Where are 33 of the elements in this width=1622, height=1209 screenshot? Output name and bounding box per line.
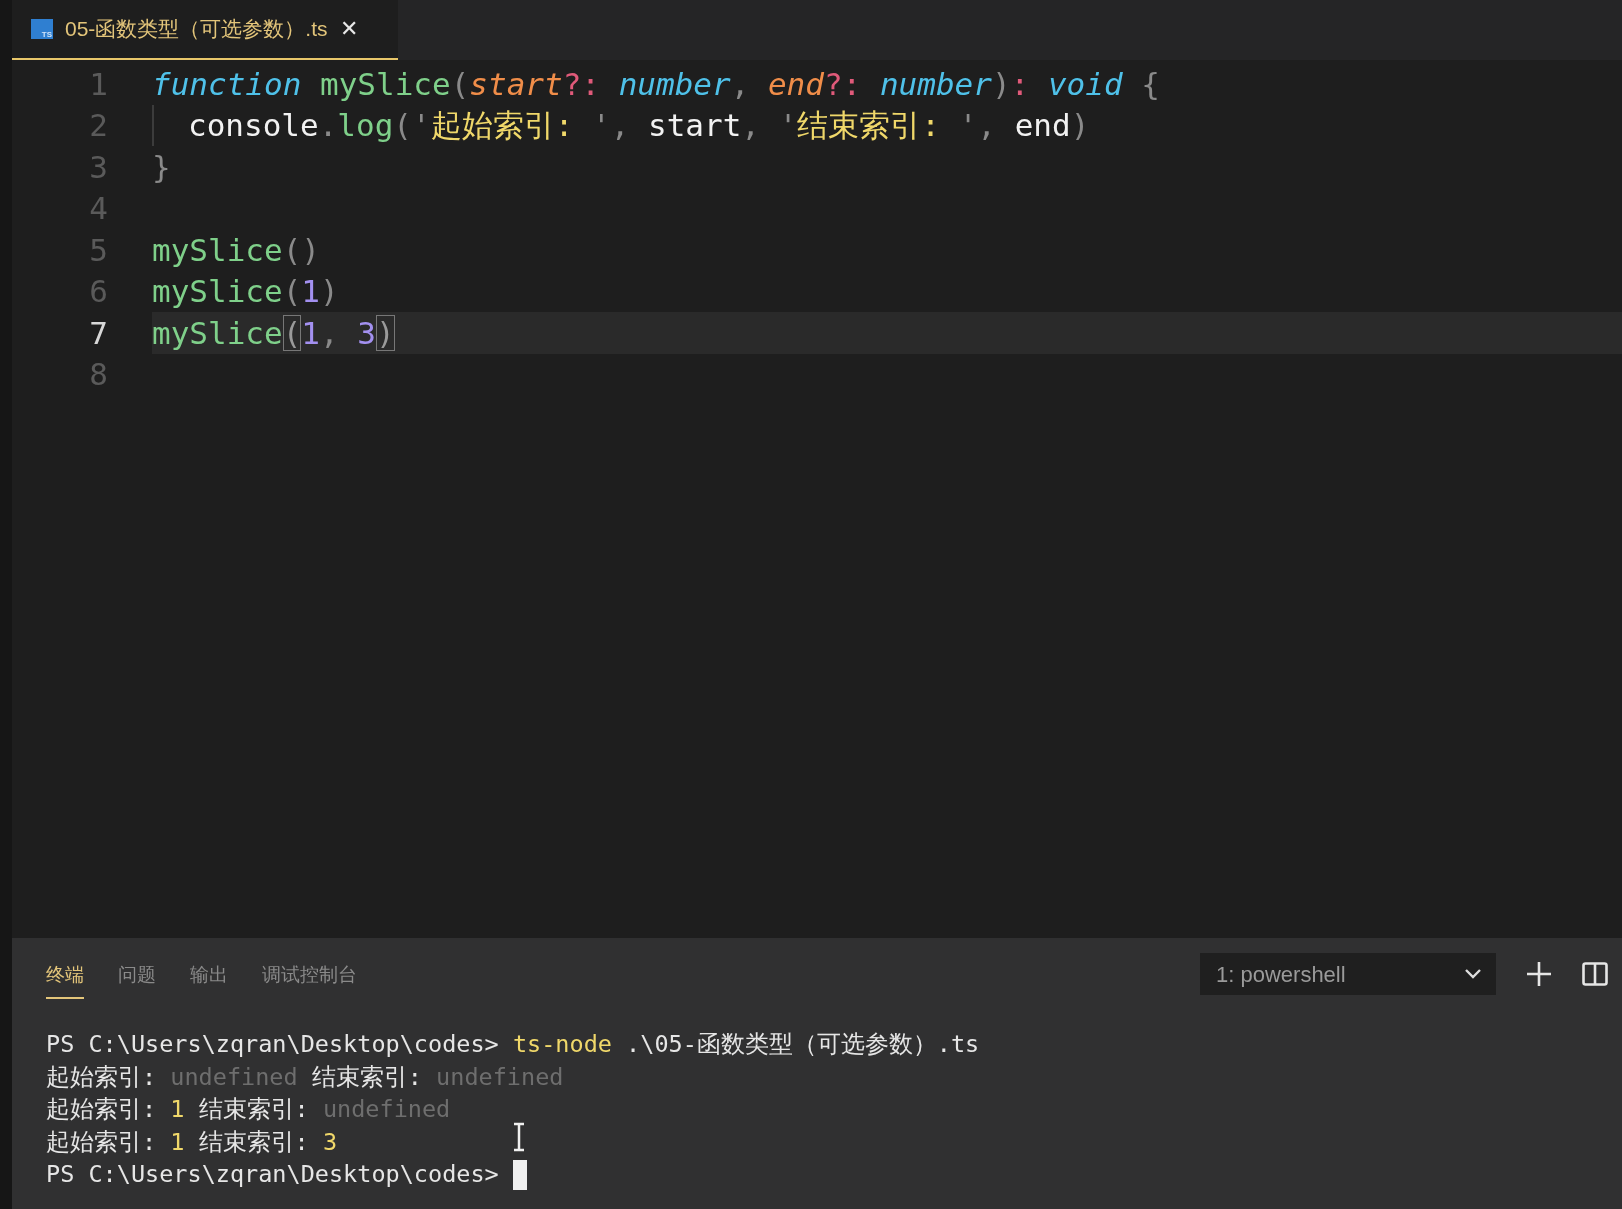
code-line: mySlice(1, 3)	[152, 313, 395, 353]
tab-title: 05-函数类型（可选参数）.ts	[65, 16, 328, 43]
dropdown-value: 1: powershell	[1216, 960, 1347, 989]
code-line: function mySlice(start?: number, end?: number): void {	[152, 64, 1160, 104]
panel-tab[interactable]: 问题	[118, 949, 156, 999]
line-number: 7	[88, 313, 108, 353]
terminal-dropdown[interactable]: 1: powershell	[1200, 953, 1496, 995]
panel-tab[interactable]: 输出	[190, 949, 228, 999]
line-number: 3	[88, 147, 108, 187]
chevron-down-icon	[1464, 968, 1482, 980]
code-line: console.log('起始索引: ', start, '结束索引: ', end)	[188, 106, 1090, 145]
terminal-line: PS C:\Users\zqran\Desktop\codes>	[46, 1159, 500, 1191]
line-number: 1	[88, 64, 108, 104]
terminal-line: 起始索引: undefined 结束索引: undefined	[46, 1061, 564, 1093]
editor-tab[interactable]: TS 05-函数类型（可选参数）.ts ✕	[12, 0, 398, 60]
ibeam-cursor-icon	[512, 1122, 526, 1152]
split-icon[interactable]	[1582, 962, 1608, 986]
terminal-line: 起始索引: 1 结束索引: undefined	[46, 1094, 451, 1126]
line-number: 5	[88, 230, 108, 270]
code-line: mySlice(1)	[152, 272, 339, 311]
terminal-line: 起始索引: 1 结束索引: 3	[46, 1126, 338, 1158]
typescript-file-icon: TS	[31, 19, 53, 39]
code-line: mySlice()	[152, 230, 320, 270]
plus-icon[interactable]	[1526, 961, 1552, 987]
line-number: 8	[88, 355, 108, 394]
panel-tab[interactable]: 调试控制台	[262, 949, 357, 999]
line-number: 4	[88, 189, 108, 228]
line-number: 2	[88, 106, 108, 145]
close-icon[interactable]: ✕	[339, 18, 358, 40]
terminal-line: PS C:\Users\zqran\Desktop\codes> ts-node .\05-函数类型（可选参数）.ts	[46, 1029, 980, 1060]
line-number: 6	[88, 272, 108, 311]
code-line: }	[152, 147, 171, 187]
panel-tab[interactable]: 终端	[46, 949, 84, 999]
